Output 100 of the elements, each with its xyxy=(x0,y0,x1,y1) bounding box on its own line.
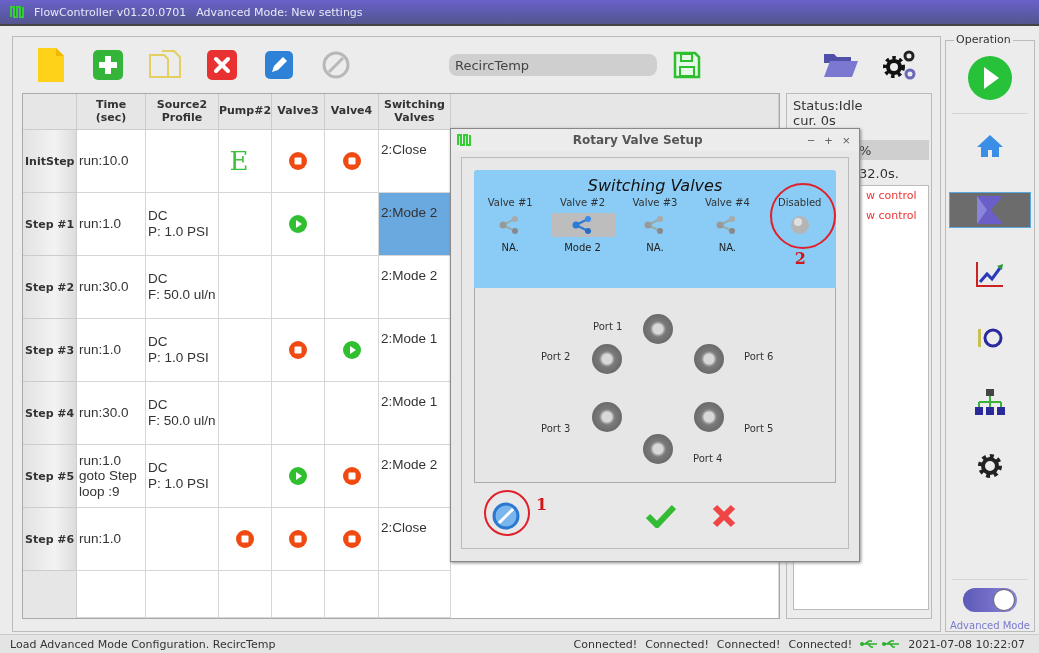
table-cell: run:30.0 xyxy=(77,256,146,319)
table-cell: run:1.0 xyxy=(77,193,146,256)
column-header: Valve3 xyxy=(272,94,325,130)
network-icon xyxy=(974,388,1006,416)
add-icon xyxy=(92,50,123,80)
folder-icon xyxy=(823,51,859,79)
valve-button[interactable] xyxy=(550,213,615,237)
port-label: Port 6 xyxy=(744,351,774,362)
column-header: Time (sec) xyxy=(77,94,146,130)
annotation-number: 1 xyxy=(536,495,548,514)
pump-letter: E xyxy=(229,146,249,176)
port-connector[interactable] xyxy=(643,434,673,464)
row-header[interactable]: Step #3 xyxy=(23,319,77,382)
connection-status: Connected! xyxy=(573,637,638,651)
log-line: w control xyxy=(866,209,918,222)
logo-icon xyxy=(457,134,471,146)
window-title: FlowController v01.20.0701 xyxy=(34,5,187,19)
status-message: Load Advanced Mode Configuration. RecircTemp xyxy=(10,637,277,651)
valve-label: Valve #3 xyxy=(632,197,678,208)
valve-mode: NA. xyxy=(646,242,664,253)
row-header[interactable]: Step #2 xyxy=(23,256,77,319)
save-icon xyxy=(673,51,701,79)
table-cell: DC F: 50.0 ul/n xyxy=(146,382,219,445)
current-time-text: cur. 0s xyxy=(793,113,837,128)
connection-status: Connected! xyxy=(645,637,709,651)
disable-icon xyxy=(492,501,520,530)
valve-mode: NA. xyxy=(718,242,736,253)
column-header: Source2 Profile xyxy=(146,94,219,130)
open-button[interactable] xyxy=(823,51,859,79)
disabled-label: Disabled xyxy=(778,197,822,208)
settings-button[interactable] xyxy=(881,48,917,82)
valve-mode: Mode 2 xyxy=(564,242,601,253)
chart-icon xyxy=(975,260,1005,288)
disable-button[interactable] xyxy=(492,501,520,530)
table-cell xyxy=(219,382,272,445)
usb-icon xyxy=(860,639,879,649)
table-cell[interactable]: 2:Mode 2 xyxy=(379,193,451,256)
home-icon xyxy=(976,134,1004,158)
connection-status: Connected! xyxy=(716,637,781,651)
row-header[interactable]: Step #5 xyxy=(23,445,77,508)
remaining-time-text: 32.0s. xyxy=(859,166,900,181)
dialog-title: Rotary Valve Setup xyxy=(571,133,704,147)
pencil-icon xyxy=(264,51,293,79)
table-cell: run:1.0 xyxy=(77,319,146,382)
table-cell xyxy=(219,256,272,319)
mode-toggle[interactable] xyxy=(963,588,1017,612)
sphere-icon xyxy=(789,215,810,235)
settings-icon xyxy=(976,452,1004,480)
port-connector[interactable] xyxy=(694,344,724,374)
port-connector[interactable] xyxy=(592,402,622,432)
play-icon xyxy=(967,55,1013,101)
config-name-field[interactable]: RecircTemp xyxy=(449,54,657,76)
gears-icon xyxy=(881,48,917,82)
share-icon xyxy=(643,216,666,234)
valve-label: Valve #1 xyxy=(487,197,533,208)
io-icon xyxy=(977,326,1003,350)
annotation-circle xyxy=(484,490,530,536)
annotation-circle xyxy=(769,183,836,249)
row-header[interactable]: Step #1 xyxy=(23,193,77,256)
row-header[interactable]: Step #4 xyxy=(23,382,77,445)
cancel-button[interactable] xyxy=(712,503,736,528)
table-cell: run:1.0 goto Step loop :9 xyxy=(77,445,146,508)
column-header: Switching Valves xyxy=(379,94,451,130)
table-cell: DC P: 1.0 PSI xyxy=(146,193,219,256)
close-icon xyxy=(712,503,736,528)
table-cell: DC P: 1.0 PSI xyxy=(146,445,219,508)
delete-icon xyxy=(206,50,237,80)
copy-icon xyxy=(147,49,182,81)
usb-icon xyxy=(882,639,901,649)
row-header[interactable]: InitStep xyxy=(23,130,77,193)
port-label: Port 5 xyxy=(744,423,774,434)
logo-icon xyxy=(10,6,24,18)
port-connector[interactable] xyxy=(643,314,673,344)
column-header: Valve4 xyxy=(325,94,379,130)
valve-mode: NA. xyxy=(501,242,519,253)
port-label: Port 2 xyxy=(541,351,571,362)
disable-icon xyxy=(321,51,350,79)
port-label: Port 1 xyxy=(593,321,623,332)
panel-heading: Switching Valves xyxy=(587,176,723,195)
datetime-text: 2021-07-08 10:22:07 xyxy=(908,637,1025,651)
table-cell: run:10.0 xyxy=(77,130,146,193)
run-button[interactable] xyxy=(967,55,1013,101)
mode-title: Advanced Mode: New settings xyxy=(196,5,363,19)
valve-label: Valve #2 xyxy=(560,197,606,208)
table-cell: DC F: 50.0 ul/n xyxy=(146,256,219,319)
header-corner xyxy=(23,94,77,130)
table-cell: run:1.0 xyxy=(77,508,146,571)
row-header[interactable]: Step #6 xyxy=(23,508,77,571)
port-connector[interactable] xyxy=(694,402,724,432)
check-icon xyxy=(646,503,676,528)
ok-button[interactable] xyxy=(646,503,676,528)
port-connector[interactable] xyxy=(592,344,622,374)
row-header-area xyxy=(23,571,77,618)
new-file-icon xyxy=(37,48,64,82)
port-label: Port 4 xyxy=(693,453,723,464)
save-button[interactable] xyxy=(673,51,701,79)
toggle-label: Advanced Mode xyxy=(950,620,1030,631)
table-cell: run:30.0 xyxy=(77,382,146,445)
group-title: Operation xyxy=(954,33,1013,46)
connection-status: Connected! xyxy=(788,637,853,651)
